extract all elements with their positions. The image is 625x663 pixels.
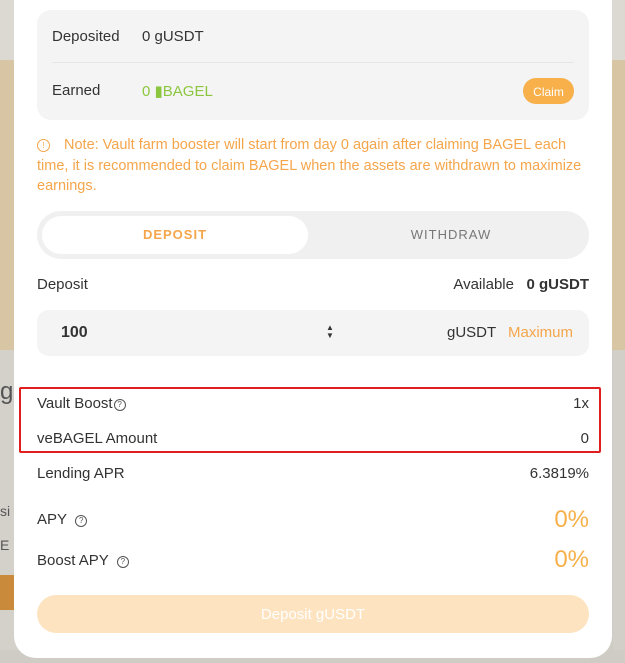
deposited-value: 0 gUSDT bbox=[142, 28, 204, 45]
modal-content: Deposited 0 gUSDT Earned 0 ▮BAGEL Claim … bbox=[0, 0, 625, 658]
earned-value: 0 ▮BAGEL bbox=[142, 83, 213, 100]
claim-button[interactable]: Claim bbox=[523, 78, 574, 104]
deposited-label: Deposited bbox=[52, 28, 120, 45]
deposit-modal: Deposited 0 gUSDT Earned 0 ▮BAGEL Claim … bbox=[14, 0, 612, 658]
available-value: 0 gUSDT bbox=[526, 276, 589, 293]
token-unit: gUSDT bbox=[447, 324, 497, 341]
tab-withdraw[interactable]: WITHDRAW bbox=[318, 216, 584, 254]
divider bbox=[52, 62, 574, 63]
vebagel-amount-value: 0 bbox=[580, 430, 589, 447]
deposit-gusdt-button[interactable]: Deposit gUSDT bbox=[37, 595, 589, 633]
vault-boost-label: Vault Boost? bbox=[37, 395, 126, 412]
warning-circle-icon: ! bbox=[37, 139, 50, 152]
lending-apr-value: 6.3819% bbox=[529, 465, 589, 482]
question-mark-icon[interactable]: ? bbox=[75, 515, 88, 527]
apy-text: APY bbox=[37, 511, 68, 528]
deposit-label: Deposit bbox=[37, 276, 88, 293]
deposit-amount-input[interactable] bbox=[59, 320, 313, 346]
deposit-withdraw-tabs: DEPOSIT WITHDRAW bbox=[37, 211, 589, 259]
tab-deposit[interactable]: DEPOSIT bbox=[42, 216, 308, 254]
deposit-amount-box: ▲▼ gUSDT Maximum bbox=[37, 310, 589, 356]
booster-note: ! Note: Vault farm booster will start fro… bbox=[37, 135, 592, 197]
apy-value: 0% bbox=[554, 506, 589, 533]
vault-boost-text: Vault Boost bbox=[37, 395, 113, 412]
available-balance: Available 0 gUSDT bbox=[453, 276, 589, 293]
amount-stepper-icon[interactable]: ▲ ▼ bbox=[325, 324, 335, 342]
available-label: Available bbox=[453, 276, 514, 293]
boost-apy-label: Boost APY ? bbox=[37, 552, 129, 569]
question-mark-icon[interactable]: ? bbox=[113, 399, 126, 411]
boost-apy-text: Boost APY bbox=[37, 552, 109, 569]
question-mark-icon[interactable]: ? bbox=[116, 556, 129, 568]
earned-label: Earned bbox=[52, 82, 101, 99]
vebagel-amount-label: veBAGEL Amount bbox=[37, 430, 158, 447]
note-text: Note: Vault farm booster will start from… bbox=[37, 137, 582, 194]
boost-apy-value: 0% bbox=[554, 546, 589, 573]
maximum-button[interactable]: Maximum bbox=[508, 324, 573, 341]
position-summary-card: Deposited 0 gUSDT Earned 0 ▮BAGEL Claim bbox=[37, 10, 589, 120]
lending-apr-label: Lending APR bbox=[37, 465, 125, 482]
apy-label: APY ? bbox=[37, 511, 88, 528]
vault-boost-value: 1x bbox=[573, 395, 589, 412]
